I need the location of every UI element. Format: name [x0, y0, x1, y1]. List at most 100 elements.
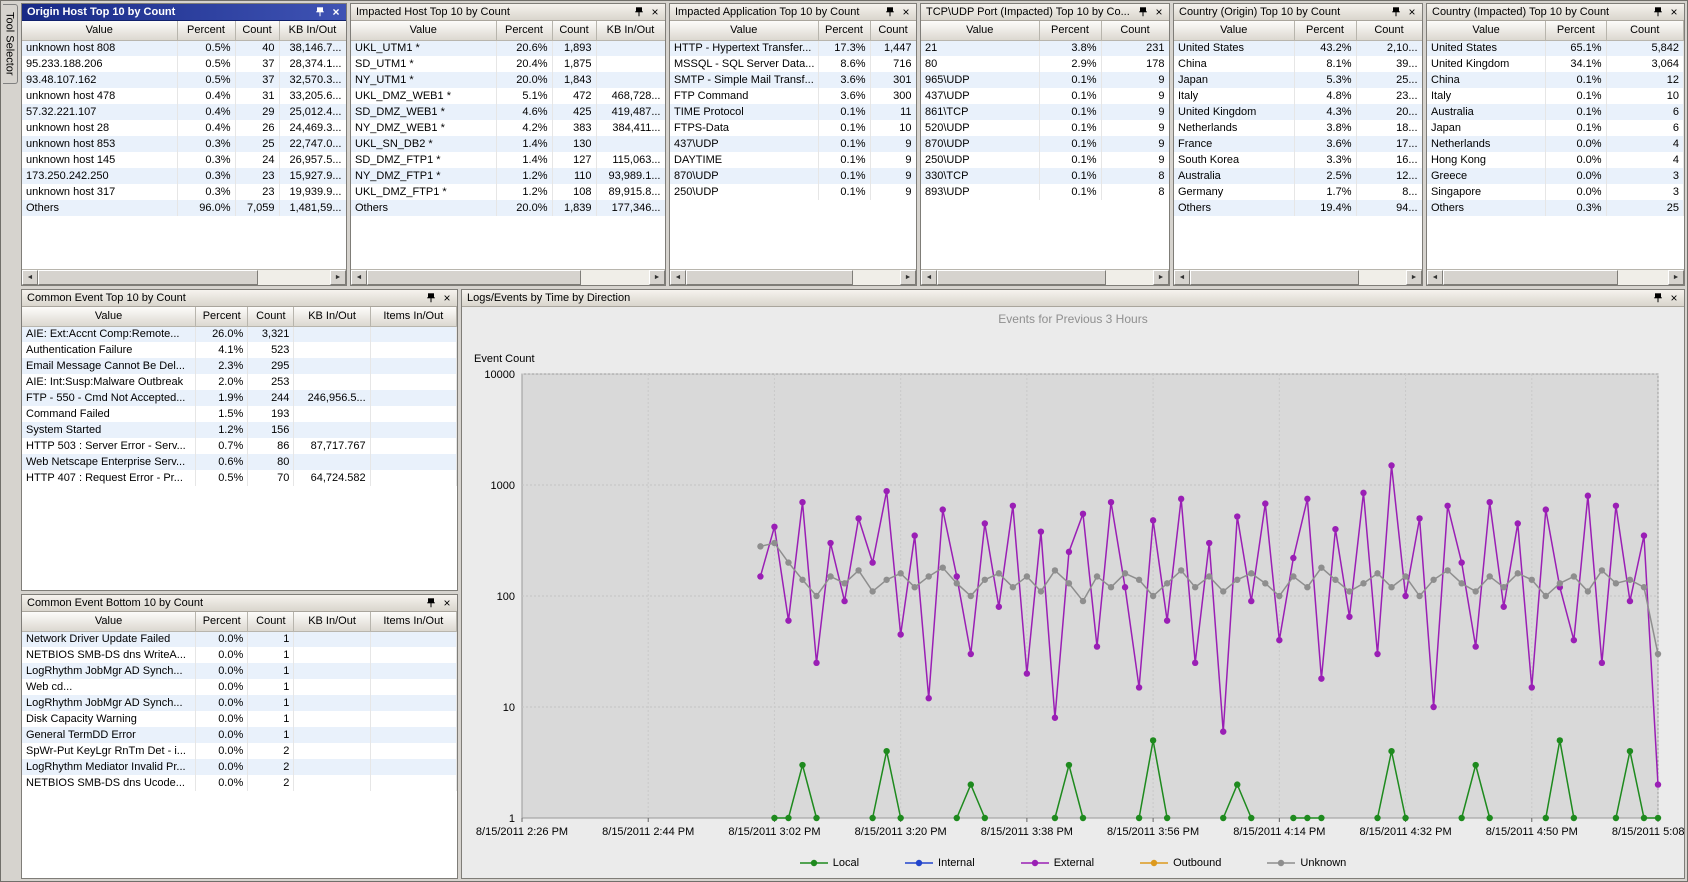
- scroll-left-icon[interactable]: ◄: [921, 270, 937, 285]
- tool-selector-tab[interactable]: Tool Selector: [3, 4, 18, 84]
- table-row[interactable]: Italy4.8%23...: [1174, 88, 1422, 104]
- table-row[interactable]: DAYTIME0.1%9: [670, 152, 916, 168]
- column-header[interactable]: Percent: [196, 307, 248, 326]
- table-row[interactable]: France3.6%17...: [1174, 136, 1422, 152]
- column-header[interactable]: Count: [248, 307, 294, 326]
- table-row[interactable]: Australia0.1%6: [1427, 104, 1684, 120]
- table-row[interactable]: LogRhythm Mediator Invalid Pr...0.0%2: [22, 759, 457, 775]
- table-row[interactable]: FTP - 550 - Cmd Not Accepted...1.9%24424…: [22, 390, 457, 406]
- scroll-right-icon[interactable]: ►: [1406, 270, 1422, 285]
- table-row[interactable]: unknown host 1450.3%2426,957.5...: [22, 152, 346, 168]
- table-row[interactable]: 250\UDP0.1%9: [670, 184, 916, 200]
- table-row[interactable]: HTTP 503 : Server Error - Serv...0.7%868…: [22, 438, 457, 454]
- table-row[interactable]: SD_UTM1 *20.4%1,875: [351, 56, 665, 72]
- table-row[interactable]: SMTP - Simple Mail Transf...3.6%301: [670, 72, 916, 88]
- table-row[interactable]: NETBIOS SMB-DS dns WriteA...0.0%1: [22, 647, 457, 663]
- scrollbar-thumb[interactable]: [1190, 270, 1359, 285]
- table-row[interactable]: Greece0.0%3: [1427, 168, 1684, 184]
- table-row[interactable]: TIME Protocol0.1%11: [670, 104, 916, 120]
- table-row[interactable]: unknown host 280.4%2624,469.3...: [22, 120, 346, 136]
- scroll-right-icon[interactable]: ►: [900, 270, 916, 285]
- table-row[interactable]: SpWr-Put KeyLgr RnTm Det - i...0.0%2: [22, 743, 457, 759]
- pin-icon[interactable]: [1651, 6, 1665, 19]
- table-row[interactable]: 95.233.188.2060.5%3728,374.1...: [22, 56, 346, 72]
- table-row[interactable]: United States43.2%2,10...: [1174, 40, 1422, 56]
- pin-icon[interactable]: [313, 6, 327, 19]
- close-icon[interactable]: ×: [648, 6, 662, 19]
- column-header[interactable]: Value: [22, 21, 177, 40]
- panel-titlebar[interactable]: Impacted Application Top 10 by Count ×: [670, 4, 916, 21]
- table-row[interactable]: Others0.3%25: [1427, 200, 1684, 216]
- column-header[interactable]: Value: [22, 612, 196, 631]
- table-row[interactable]: LogRhythm JobMgr AD Synch...0.0%1: [22, 695, 457, 711]
- column-header[interactable]: Items In/Out: [370, 307, 456, 326]
- panel-titlebar[interactable]: Impacted Host Top 10 by Count ×: [351, 4, 665, 21]
- table-row[interactable]: LogRhythm JobMgr AD Synch...0.0%1: [22, 663, 457, 679]
- table-row[interactable]: NY_DMZ_FTP1 *1.2%11093,989.1...: [351, 168, 665, 184]
- panel-titlebar[interactable]: Country (Origin) Top 10 by Count ×: [1174, 4, 1422, 21]
- column-header[interactable]: Value: [670, 21, 818, 40]
- horizontal-scrollbar[interactable]: ◄ ►: [1427, 269, 1684, 285]
- table-row[interactable]: Authentication Failure4.1%523: [22, 342, 457, 358]
- close-icon[interactable]: ×: [440, 597, 454, 610]
- panel-titlebar[interactable]: Logs/Events by Time by Direction ×: [462, 290, 1684, 307]
- table-row[interactable]: Web cd...0.0%1: [22, 679, 457, 695]
- table-row[interactable]: unknown host 3170.3%2319,939.9...: [22, 184, 346, 200]
- table-row[interactable]: Italy0.1%10: [1427, 88, 1684, 104]
- column-header[interactable]: Count: [1606, 21, 1683, 40]
- table-row[interactable]: Hong Kong0.0%4: [1427, 152, 1684, 168]
- table-row[interactable]: UKL_DMZ_FTP1 *1.2%10889,915.8...: [351, 184, 665, 200]
- table-row[interactable]: AIE: Int:Susp:Malware Outbreak2.0%253: [22, 374, 457, 390]
- table-row[interactable]: China0.1%12: [1427, 72, 1684, 88]
- column-header[interactable]: Count: [1101, 21, 1169, 40]
- table-row[interactable]: UKL_UTM1 *20.6%1,893: [351, 40, 665, 56]
- scroll-right-icon[interactable]: ►: [1153, 270, 1169, 285]
- close-icon[interactable]: ×: [1667, 6, 1681, 19]
- close-icon[interactable]: ×: [440, 292, 454, 305]
- column-header[interactable]: KB In/Out: [294, 612, 370, 631]
- column-header[interactable]: KB In/Out: [596, 21, 665, 40]
- table-row[interactable]: Network Driver Update Failed0.0%1: [22, 631, 457, 647]
- scrollbar-thumb[interactable]: [937, 270, 1106, 285]
- table-row[interactable]: 250\UDP0.1%9: [921, 152, 1169, 168]
- table-row[interactable]: FTPS-Data0.1%10: [670, 120, 916, 136]
- panel-titlebar[interactable]: Country (Impacted) Top 10 by Count ×: [1427, 4, 1684, 21]
- horizontal-scrollbar[interactable]: ◄ ►: [921, 269, 1169, 285]
- table-row[interactable]: 437\UDP0.1%9: [670, 136, 916, 152]
- table-row[interactable]: AIE: Ext:Accnt Comp:Remote...26.0%3,321: [22, 326, 457, 342]
- column-header[interactable]: Value: [22, 307, 196, 326]
- horizontal-scrollbar[interactable]: ◄ ►: [22, 269, 346, 285]
- table-row[interactable]: Email Message Cannot Be Del...2.3%295: [22, 358, 457, 374]
- table-row[interactable]: 870\UDP0.1%9: [670, 168, 916, 184]
- table-row[interactable]: Others96.0%7,0591,481,59...: [22, 200, 346, 216]
- table-row[interactable]: General TermDD Error0.0%1: [22, 727, 457, 743]
- horizontal-scrollbar[interactable]: ◄ ►: [1174, 269, 1422, 285]
- pin-icon[interactable]: [1136, 6, 1150, 19]
- table-row[interactable]: Japan5.3%25...: [1174, 72, 1422, 88]
- table-row[interactable]: NY_DMZ_WEB1 *4.2%383384,411...: [351, 120, 665, 136]
- column-header[interactable]: Percent: [1546, 21, 1606, 40]
- table-row[interactable]: NY_UTM1 *20.0%1,843: [351, 72, 665, 88]
- scroll-left-icon[interactable]: ◄: [351, 270, 367, 285]
- table-row[interactable]: Germany1.7%8...: [1174, 184, 1422, 200]
- column-header[interactable]: Percent: [177, 21, 235, 40]
- pin-icon[interactable]: [632, 6, 646, 19]
- panel-titlebar[interactable]: TCP\UDP Port (Impacted) Top 10 by Co... …: [921, 4, 1169, 21]
- scrollbar-thumb[interactable]: [38, 270, 258, 285]
- table-row[interactable]: System Started1.2%156: [22, 422, 457, 438]
- column-header[interactable]: Percent: [1039, 21, 1101, 40]
- column-header[interactable]: Value: [351, 21, 496, 40]
- panel-titlebar[interactable]: Origin Host Top 10 by Count ×: [22, 4, 346, 21]
- scroll-right-icon[interactable]: ►: [1668, 270, 1684, 285]
- pin-icon[interactable]: [883, 6, 897, 19]
- table-row[interactable]: 93.48.107.1620.5%3732,570.3...: [22, 72, 346, 88]
- table-row[interactable]: Netherlands0.0%4: [1427, 136, 1684, 152]
- scroll-right-icon[interactable]: ►: [649, 270, 665, 285]
- column-header[interactable]: Value: [1174, 21, 1294, 40]
- table-row[interactable]: Disk Capacity Warning0.0%1: [22, 711, 457, 727]
- table-row[interactable]: 520\UDP0.1%9: [921, 120, 1169, 136]
- table-row[interactable]: SD_DMZ_FTP1 *1.4%127115,063...: [351, 152, 665, 168]
- column-header[interactable]: Items In/Out: [370, 612, 456, 631]
- table-row[interactable]: United Kingdom34.1%3,064: [1427, 56, 1684, 72]
- scrollbar-thumb[interactable]: [686, 270, 853, 285]
